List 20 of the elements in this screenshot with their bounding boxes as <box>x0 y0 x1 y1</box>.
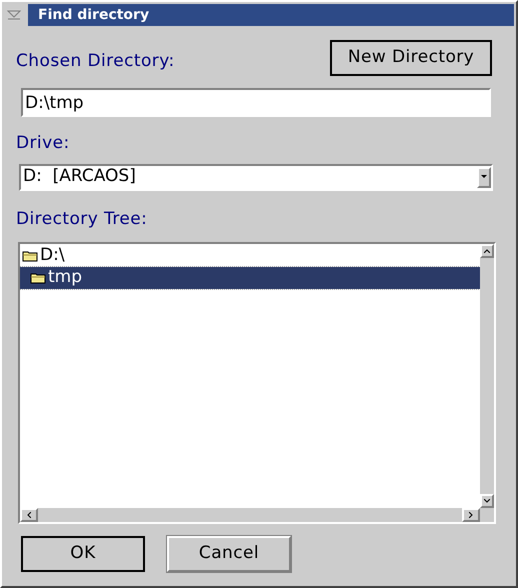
dialog-button[interactable]: Cancel <box>167 536 291 572</box>
scroll-up-icon[interactable] <box>480 244 494 258</box>
field-label: Directory Tree: <box>16 208 148 230</box>
new-directory-button[interactable]: New Directory <box>330 40 492 76</box>
vertical-scrollbar[interactable] <box>480 244 494 508</box>
tree-item[interactable]: tmp <box>20 267 480 289</box>
window-title: Find directory <box>28 4 514 26</box>
horizontal-scrollbar[interactable] <box>20 508 480 522</box>
scroll-down-icon[interactable] <box>480 494 494 508</box>
input-field[interactable]: D:\tmp <box>21 88 491 117</box>
scroll-right-icon[interactable] <box>462 508 480 522</box>
field-label: Drive: <box>16 132 71 155</box>
tree-item[interactable]: D:\ <box>20 245 480 267</box>
scroll-left-icon[interactable] <box>20 508 38 522</box>
dialog-button[interactable]: OK <box>21 536 145 572</box>
drive-dropdown[interactable]: D: [ARCAOS] <box>19 164 493 190</box>
folder-icon <box>22 250 38 262</box>
field-label: Chosen Directory: <box>16 50 175 72</box>
triangle-icon <box>7 9 21 21</box>
folder-icon <box>30 272 46 284</box>
